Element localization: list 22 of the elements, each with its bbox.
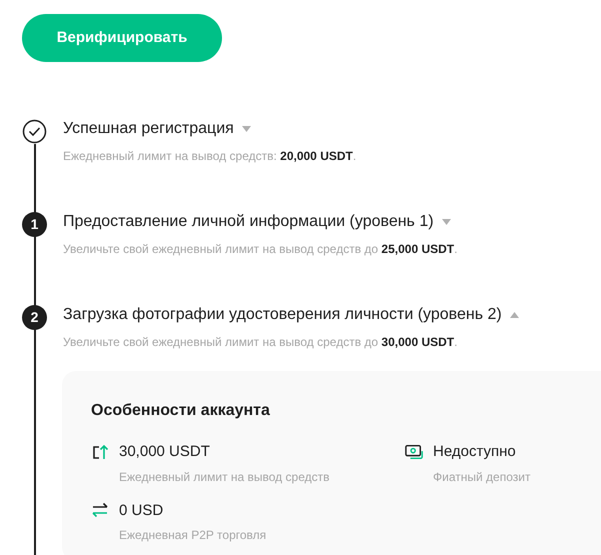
step-subtitle: Увеличьте свой ежедневный лимит на вывод средств до 25,000 USDT.: [63, 241, 458, 258]
step-title: Успешная регистрация: [63, 119, 234, 139]
step-title: Предоставление личной информации (уровень 1): [63, 212, 434, 232]
step-title: Загрузка фотографии удостоверения личности (уровень 2): [63, 305, 502, 325]
verify-button[interactable]: Верифицировать: [22, 14, 222, 62]
banknote-icon: [405, 443, 423, 461]
swap-arrows-icon: [91, 502, 109, 518]
feature-label: Фиатный депозит: [433, 468, 530, 486]
feature-value: Недоступно: [433, 442, 517, 462]
step-subtitle: Ежедневный лимит на вывод средств: 20,000 USDT.: [63, 148, 356, 165]
feature-value: 30,000 USDT: [119, 442, 211, 462]
feature-label: Ежедневная P2P торговля: [119, 527, 266, 544]
feature-label: Ежедневный лимит на вывод средств: [119, 468, 330, 486]
feature-value: 0 USD: [119, 500, 164, 520]
step-number: 2: [22, 305, 47, 330]
caret-down-icon[interactable]: [242, 126, 251, 132]
caret-up-icon[interactable]: [510, 312, 519, 318]
caret-down-icon[interactable]: [442, 219, 451, 225]
step-subtitle: Увеличьте свой ежедневный лимит на вывод средств до 30,000 USDT.: [63, 334, 458, 351]
step-number: 1: [22, 212, 47, 237]
arrow-up-icon: [91, 443, 109, 461]
card-title: Особенности аккаунта: [91, 401, 271, 421]
